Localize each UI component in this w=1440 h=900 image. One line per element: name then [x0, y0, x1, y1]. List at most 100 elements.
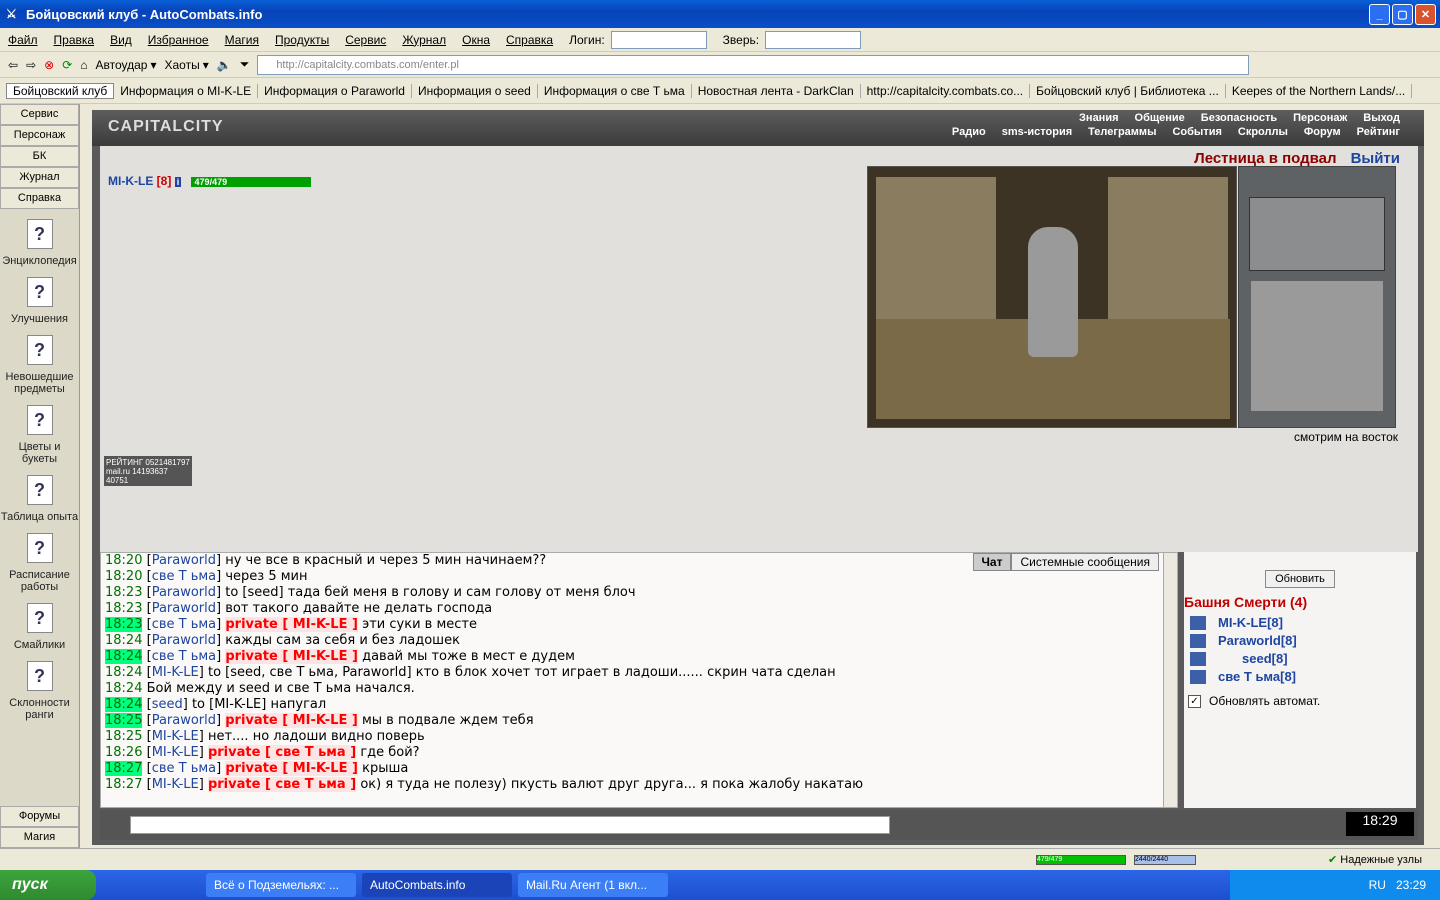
sidebar-exp-table[interactable]: ? Таблица опыта: [0, 475, 79, 523]
chat-nick[interactable]: све Т ьма: [152, 649, 216, 664]
chat-nick[interactable]: Paraworld: [152, 713, 216, 728]
sidebar-flowers[interactable]: ? Цветы и букеты: [0, 405, 79, 465]
menu-magic[interactable]: Магия: [225, 33, 259, 47]
nav-communication[interactable]: Общение: [1131, 112, 1189, 124]
private-tag[interactable]: private [ MI-K-LE ]: [225, 713, 358, 728]
menu-file[interactable]: Файл: [8, 33, 38, 47]
menu-windows[interactable]: Окна: [462, 33, 490, 47]
maximize-button[interactable]: ▢: [1392, 4, 1413, 25]
forward-icon[interactable]: ⇨: [26, 58, 36, 72]
tab-info-mikle[interactable]: Информация о MI-K-LE: [114, 83, 259, 98]
chat-input[interactable]: [130, 816, 890, 834]
private-tag[interactable]: private [ све Т ьма ]: [207, 745, 357, 760]
tab-keepes[interactable]: Keepes of the Northern Lands/...: [1226, 83, 1413, 98]
sound-icon[interactable]: 🔈: [217, 58, 232, 72]
player-name[interactable]: MI-K-LE: [108, 174, 153, 188]
sidebar-forums[interactable]: Форумы: [0, 806, 79, 827]
chat-nick[interactable]: Paraworld: [152, 633, 216, 648]
nav-events[interactable]: События: [1168, 126, 1225, 138]
tab-info-seed[interactable]: Информация о seed: [412, 83, 538, 98]
chat-scrollbar[interactable]: [1163, 553, 1177, 807]
mailru-counter[interactable]: РЕЙТИНГ 0521481797 mail.ru 14193637 4075…: [104, 456, 192, 486]
nav-security[interactable]: Безопасность: [1197, 112, 1281, 124]
nav-exit[interactable]: Выход: [1359, 112, 1404, 124]
filter-icon[interactable]: ⏷: [240, 57, 250, 72]
menu-products[interactable]: Продукты: [275, 33, 329, 47]
menu-view[interactable]: Вид: [110, 33, 132, 47]
exit-link[interactable]: Выйти: [1351, 150, 1400, 167]
sidebar-encyclopedia[interactable]: ? Энциклопедия: [0, 219, 79, 267]
task-mailru-agent[interactable]: Mail.Ru Агент (1 вкл...: [518, 873, 668, 897]
auto-refresh-option[interactable]: ✓ Обновлять автомат.: [1184, 694, 1416, 709]
chat-nick[interactable]: све Т ьма: [152, 617, 216, 632]
sidebar-service[interactable]: Сервис: [0, 104, 79, 125]
menu-help[interactable]: Справка: [506, 33, 553, 47]
private-tag[interactable]: private [ MI-K-LE ]: [225, 761, 358, 776]
nav-telegrams[interactable]: Телеграммы: [1084, 126, 1160, 138]
chat-nick[interactable]: све Т ьма: [152, 761, 216, 776]
info-icon[interactable]: i: [174, 177, 182, 187]
private-tag[interactable]: private [ све Т ьма ]: [207, 777, 357, 792]
language-indicator[interactable]: RU: [1369, 878, 1386, 892]
menu-favorites[interactable]: Избранное: [148, 33, 209, 47]
sidebar-upgrades[interactable]: ? Улучшения: [0, 277, 79, 325]
sidebar-journal[interactable]: Журнал: [0, 167, 79, 188]
task-autocombats[interactable]: AutoCombats.info: [362, 873, 512, 897]
nav-sms[interactable]: sms-история: [998, 126, 1076, 138]
tab-combats[interactable]: Бойцовский клуб: [6, 82, 115, 99]
sidebar-smileys[interactable]: ? Смайлики: [0, 603, 79, 651]
refresh-button[interactable]: Обновить: [1265, 570, 1335, 588]
menu-journal[interactable]: Журнал: [402, 33, 446, 47]
home-icon[interactable]: ⌂: [80, 58, 87, 72]
sidebar-schedule[interactable]: ? Расписание работы: [0, 533, 79, 593]
login-select[interactable]: [610, 30, 707, 49]
refresh-icon[interactable]: ⟳: [62, 58, 72, 72]
sidebar-missing-items[interactable]: ? Невошедшие предметы: [0, 335, 79, 395]
sidebar-bk[interactable]: БК: [0, 146, 79, 167]
back-icon[interactable]: ⇦: [8, 58, 18, 72]
chat-nick[interactable]: MI-K-LE: [152, 729, 199, 744]
nav-radio[interactable]: Радио: [948, 126, 990, 138]
tab-library[interactable]: Бойцовский клуб | Библиотека ...: [1030, 83, 1226, 98]
autohit-button[interactable]: Автоудар ▾: [96, 58, 157, 72]
chat-nick[interactable]: MI-K-LE: [152, 665, 199, 680]
nav-rating[interactable]: Рейтинг: [1353, 126, 1404, 138]
room-member[interactable]: Paraworld[8]: [1184, 632, 1416, 650]
nav-scrolls[interactable]: Скроллы: [1234, 126, 1292, 138]
chat-nick[interactable]: seed: [152, 697, 183, 712]
menu-service[interactable]: Сервис: [345, 33, 386, 47]
chat-nick[interactable]: Paraworld: [152, 553, 216, 568]
room-member[interactable]: MI-K-LE[8]: [1184, 614, 1416, 632]
nav-knowledge[interactable]: Знания: [1075, 112, 1122, 124]
tab-capitalcity[interactable]: http://capitalcity.combats.co...: [861, 83, 1031, 98]
private-tag[interactable]: private [ MI-K-LE ]: [225, 649, 358, 664]
start-button[interactable]: пуск: [0, 870, 96, 900]
tab-news[interactable]: Новостная лента - DarkClan: [692, 83, 861, 98]
chat-nick[interactable]: MI-K-LE: [152, 777, 199, 792]
address-bar[interactable]: http://capitalcity.combats.com/enter.pl: [257, 54, 1250, 75]
sidebar-magic[interactable]: Магия: [0, 827, 79, 848]
close-button[interactable]: ✕: [1415, 4, 1436, 25]
chaos-button[interactable]: Хаоты ▾: [165, 58, 209, 72]
private-tag[interactable]: private [ MI-K-LE ]: [225, 617, 358, 632]
tab-chat[interactable]: Чат: [972, 553, 1012, 571]
tab-info-paraworld[interactable]: Информация о Paraworld: [258, 83, 412, 98]
minimize-button[interactable]: _: [1369, 4, 1390, 25]
chat-nick[interactable]: MI-K-LE: [152, 745, 199, 760]
room-member[interactable]: seed[8]: [1184, 650, 1416, 668]
tab-info-sve[interactable]: Информация о све Т ьма: [538, 83, 692, 98]
nav-forum[interactable]: Форум: [1300, 126, 1345, 138]
chat-nick[interactable]: Paraworld: [152, 585, 216, 600]
menu-edit[interactable]: Правка: [54, 33, 95, 47]
chat-nick[interactable]: све Т ьма: [152, 569, 216, 584]
sidebar-ranks[interactable]: ? Склонности ранги: [0, 661, 79, 721]
auto-refresh-checkbox[interactable]: ✓: [1188, 695, 1201, 709]
task-dungeons[interactable]: Всё о Подземельях: ...: [206, 873, 356, 897]
beast-select[interactable]: [765, 30, 862, 49]
tab-system-messages[interactable]: Системные сообщения: [1011, 553, 1159, 571]
movement-compass[interactable]: [1249, 197, 1385, 271]
stop-icon[interactable]: ⊗: [44, 58, 54, 72]
room-member[interactable]: све Т ьма[8]: [1184, 668, 1416, 686]
nav-character[interactable]: Персонаж: [1289, 112, 1351, 124]
sidebar-help[interactable]: Справка: [0, 188, 79, 209]
